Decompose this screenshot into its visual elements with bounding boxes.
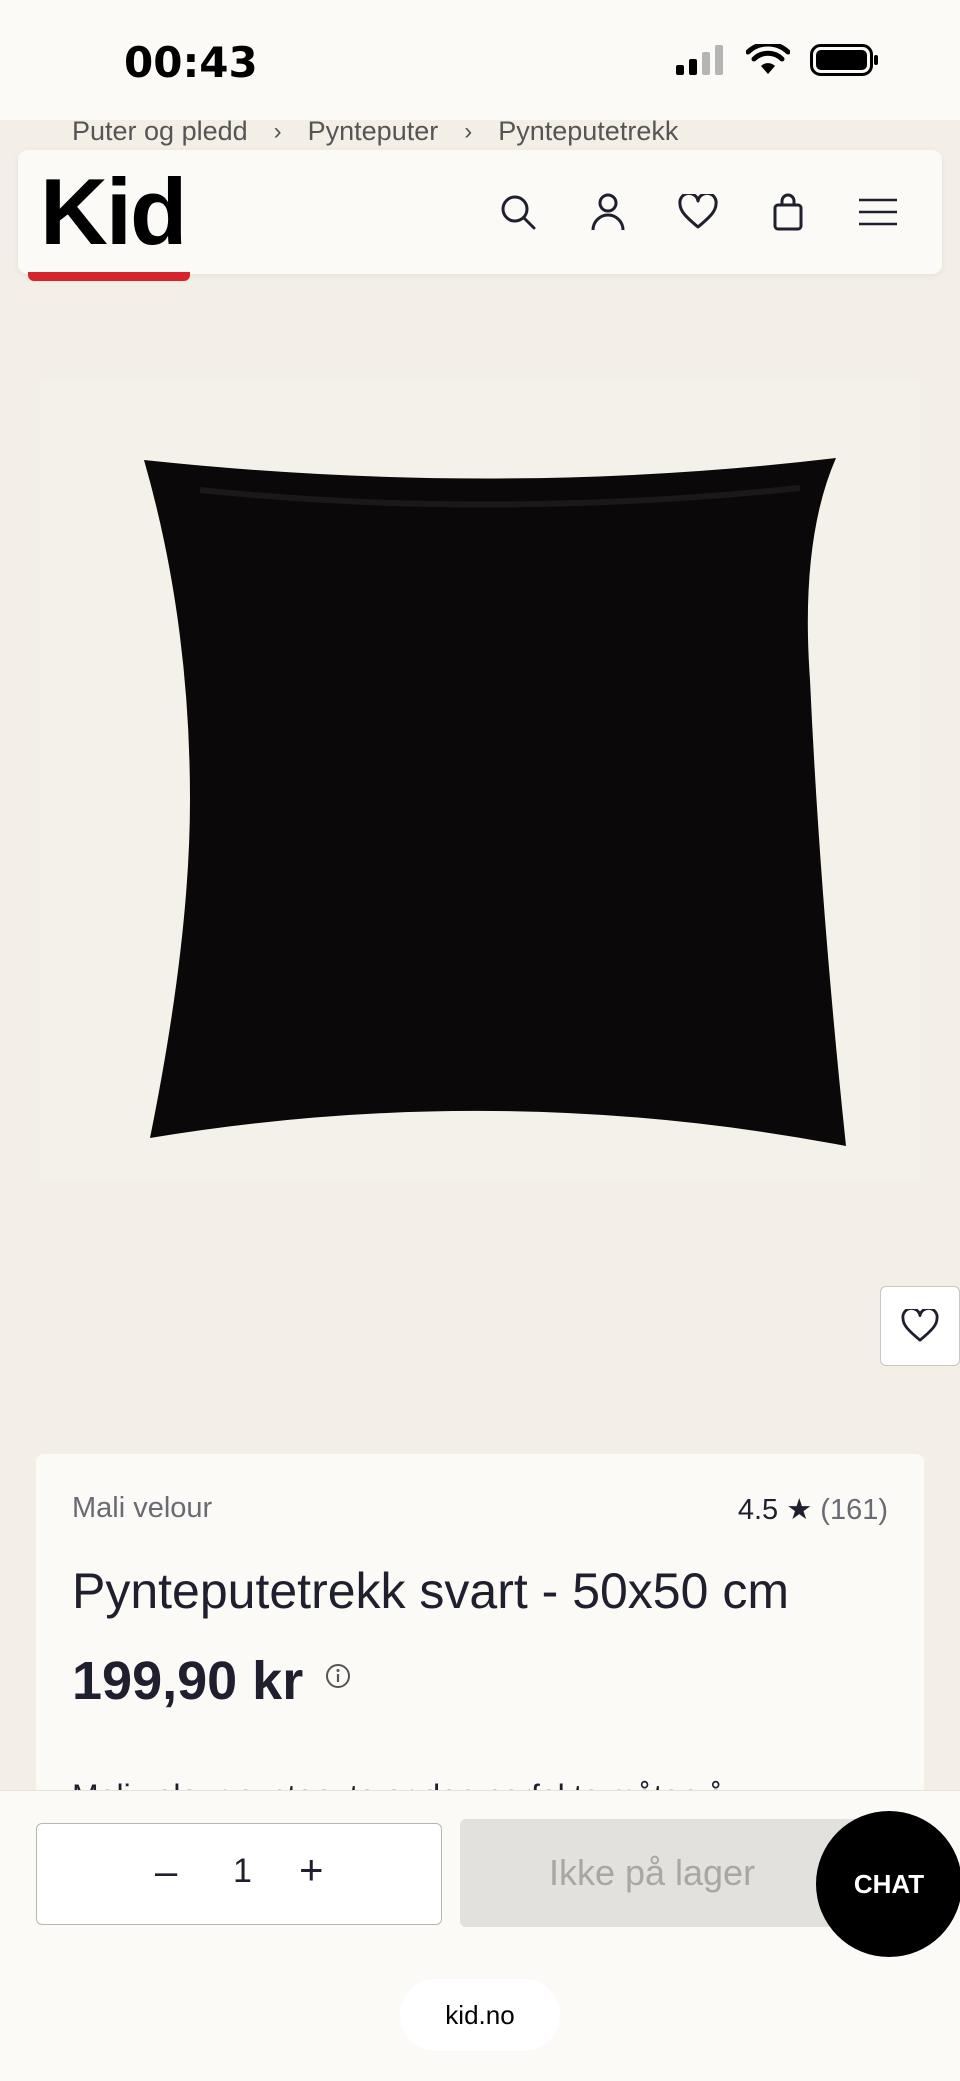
cart-icon[interactable] (764, 188, 812, 236)
search-icon[interactable] (494, 188, 542, 236)
chevron-right-icon: › (464, 117, 473, 145)
kid-logo[interactable]: Kid (40, 154, 187, 270)
status-bar: 00:43 (0, 0, 960, 120)
product-rating[interactable]: 4.5 ★ (161) (738, 1492, 888, 1527)
quantity-value[interactable]: 1 (233, 1852, 252, 1891)
chat-button[interactable]: CHAT (816, 1811, 960, 1957)
rating-value: 4.5 (737, 1494, 779, 1526)
browser-url-pill[interactable]: kid.no (400, 1979, 560, 2051)
rating-count: (161) (820, 1494, 888, 1526)
breadcrumb-item-pynteputetrekk[interactable]: Pynteputetrekk (498, 116, 678, 147)
stock-label: Ikke på lager (548, 1852, 756, 1893)
account-icon[interactable] (584, 188, 632, 236)
star-icon: ★ (786, 1494, 813, 1526)
signal-icon (676, 45, 726, 80)
chevron-right-icon: › (273, 117, 282, 145)
product-image[interactable] (40, 380, 920, 1180)
breadcrumb-item-puter-og-pledd[interactable]: Puter og pledd (72, 116, 248, 147)
heart-icon (901, 1309, 939, 1342)
wifi-icon (745, 41, 791, 81)
quantity-stepper: – 1 + (36, 1823, 442, 1925)
quantity-increase-button[interactable]: + (299, 1846, 324, 1894)
logo-accent-bar (28, 272, 190, 281)
product-price: 199,90 kr (72, 1651, 304, 1711)
menu-icon[interactable] (854, 188, 902, 236)
bottom-action-bar: – 1 + Ikke på lager CHAT kid.no (0, 1790, 960, 2081)
breadcrumb-item-pynteputer[interactable]: Pynteputer (308, 116, 439, 147)
breadcrumb: Puter og pledd › Pynteputer › Pynteputet… (72, 116, 678, 147)
status-time: 00:43 (124, 38, 258, 87)
site-header: Kid (18, 150, 942, 274)
battery-icon (810, 44, 880, 81)
product-title: Pynteputetrekk svart - 50x50 cm (72, 1563, 789, 1619)
header-icons (494, 188, 902, 236)
info-icon[interactable] (324, 1662, 352, 1690)
cushion-image (144, 458, 846, 1146)
add-to-wishlist-button[interactable] (880, 1286, 960, 1366)
product-brand[interactable]: Mali velour (72, 1492, 212, 1525)
wishlist-icon[interactable] (674, 188, 722, 236)
quantity-decrease-button[interactable]: – (155, 1850, 177, 1895)
status-icons (676, 41, 880, 81)
